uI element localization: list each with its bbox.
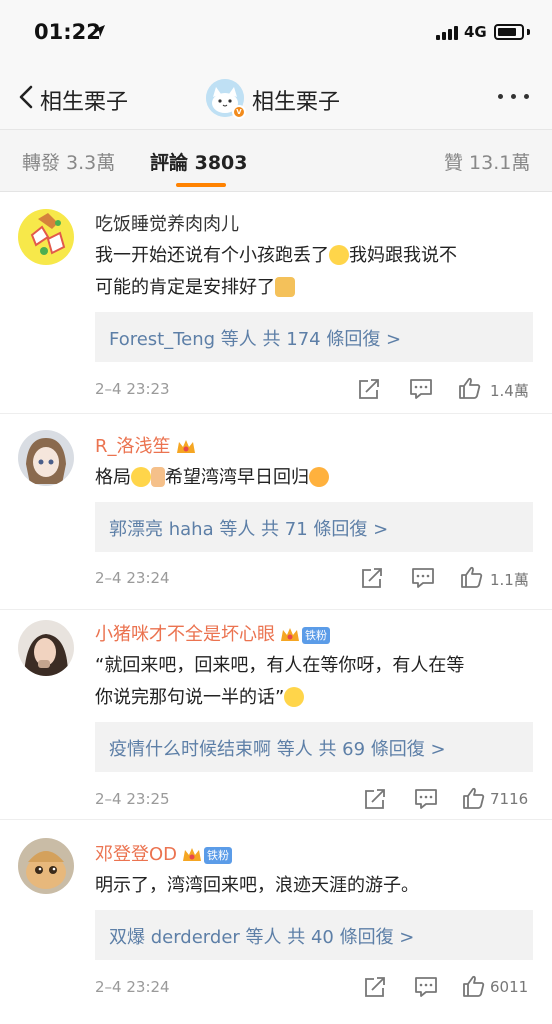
back-chevron-icon[interactable]: [14, 84, 40, 110]
comment-text-part: 你说完那句说一半的话”: [95, 687, 285, 708]
user-avatar[interactable]: [18, 620, 74, 676]
user-avatar[interactable]: [18, 430, 74, 486]
crown-badge-icon: [183, 848, 202, 861]
signal-icon: [436, 26, 458, 40]
reply-summary-text[interactable]: 疫情什么时候结束啊 等人 共 69 條回復 >: [109, 735, 446, 761]
comment-text: 明示了，湾湾回来吧，浪迹天涯的游子。: [95, 870, 535, 902]
reply-icon[interactable]: [414, 976, 438, 998]
like-count: 7116: [490, 790, 529, 808]
reply-summary-box[interactable]: Forest_Teng 等人 共 174 條回復 >: [95, 312, 533, 362]
like-count: 6011: [490, 978, 529, 996]
comment-text-part: 我妈跟我说不: [349, 245, 457, 266]
comment-text-part: “就回来吧，回来吧，有人在等你呀，有人在等: [95, 655, 465, 676]
comment-text: “就回来吧，回来吧，有人在等你呀，有人在等 你说完那句说一半的话”: [95, 650, 535, 714]
comment-username[interactable]: R_洛浅笙: [95, 432, 197, 458]
battery-icon: [494, 24, 524, 40]
reply-summary-text[interactable]: 双爆 derderder 等人 共 40 條回復 >: [109, 923, 414, 949]
battery-tip: [527, 29, 530, 35]
doge-emoji-icon: [275, 277, 295, 297]
comment-text-part: 明示了，湾湾回来吧，浪迹天涯的游子。: [95, 875, 419, 896]
crying-laugh-emoji-icon: [329, 245, 349, 265]
crown-badge-icon: [281, 628, 299, 641]
username-text[interactable]: 小猪咪才不全是坏心眼: [95, 624, 275, 645]
fan-badge: 铁粉: [302, 626, 330, 644]
share-icon[interactable]: [360, 567, 384, 589]
username-text[interactable]: 邓登登OD: [95, 844, 177, 865]
reply-icon[interactable]: [414, 788, 438, 810]
active-tab-indicator: [176, 183, 226, 187]
comment-time: 2–4 23:24: [95, 978, 170, 996]
like-icon[interactable]: [460, 566, 484, 588]
comment-text: 格局 希望湾湾早日回归: [95, 462, 535, 494]
like-count: 1.1萬: [490, 571, 529, 589]
crying-emoji-icon: [131, 467, 151, 487]
reply-summary-text[interactable]: 郭漂亮 haha 等人 共 71 條回復 >: [109, 515, 388, 541]
tab-likes[interactable]: 贊 13.1萬: [444, 148, 530, 175]
username-text[interactable]: R_洛浅笙: [95, 436, 171, 457]
share-icon[interactable]: [363, 976, 387, 998]
comment-item: R_洛浅笙 格局 希望湾湾早日回归 郭漂亮 haha 等人 共 71 條回復 > …: [0, 414, 552, 610]
avatar-image: [18, 430, 74, 486]
comment-username[interactable]: 小猪咪才不全是坏心眼 铁粉: [95, 620, 330, 646]
comment-text-part: 我一开始还说有个小孩跑丢了: [95, 245, 329, 266]
share-icon[interactable]: [363, 788, 387, 810]
nav-bar: 相生栗子 V 相生栗子: [0, 64, 552, 130]
fan-badge: 铁粉: [204, 846, 233, 864]
comment-username[interactable]: 吃饭睡觉养肉肉儿: [95, 210, 239, 236]
user-avatar[interactable]: [18, 209, 74, 265]
avatar-image: [18, 620, 74, 676]
tab-reposts[interactable]: 轉發 3.3萬: [22, 148, 115, 175]
comment-username[interactable]: 邓登登OD 铁粉: [95, 840, 233, 866]
crown-badge-icon: [176, 440, 195, 453]
verified-badge-icon: V: [232, 105, 246, 119]
avatar-image: [18, 209, 74, 265]
comment-time: 2–4 23:24: [95, 569, 170, 587]
reply-summary-box[interactable]: 郭漂亮 haha 等人 共 71 條回復 >: [95, 502, 533, 552]
more-options-icon[interactable]: [496, 92, 532, 102]
like-icon[interactable]: [462, 975, 486, 997]
user-avatar[interactable]: [18, 838, 74, 894]
comment-item: 吃饭睡觉养肉肉儿 我一开始还说有个小孩跑丢了 我妈跟我说不 可能的肯定是安排好了 …: [0, 192, 552, 414]
share-icon[interactable]: [357, 378, 381, 400]
tab-bar: 轉發 3.3萬 評論 3803 贊 13.1萬: [0, 130, 552, 192]
back-button-label[interactable]: 相生栗子: [40, 84, 128, 116]
like-icon[interactable]: [462, 787, 486, 809]
network-label: 4G: [464, 23, 487, 41]
comment-item: 邓登登OD 铁粉 明示了，湾湾回来吧，浪迹天涯的游子。 双爆 derderder …: [0, 820, 552, 1024]
reply-icon[interactable]: [409, 378, 433, 400]
like-icon[interactable]: [458, 377, 482, 399]
comment-time: 2–4 23:23: [95, 380, 170, 398]
reply-summary-text[interactable]: Forest_Teng 等人 共 174 條回復 >: [109, 325, 401, 351]
comment-time: 2–4 23:25: [95, 790, 170, 808]
like-count: 1.4萬: [490, 382, 529, 400]
reply-icon[interactable]: [411, 567, 435, 589]
comment-text-part: 格局: [95, 467, 131, 488]
reply-summary-box[interactable]: 疫情什么时候结束啊 等人 共 69 條回復 >: [95, 722, 533, 772]
avatar-image: [18, 838, 74, 894]
thumbs-up-emoji-icon: [151, 467, 165, 487]
comment-text-part: 可能的肯定是安排好了: [95, 277, 275, 298]
reply-summary-box[interactable]: 双爆 derderder 等人 共 40 條回復 >: [95, 910, 533, 960]
location-arrow-icon: [93, 25, 105, 37]
comment-text: 我一开始还说有个小孩跑丢了 我妈跟我说不 可能的肯定是安排好了: [95, 240, 535, 304]
page-title: 相生栗子: [252, 90, 341, 115]
tab-comments[interactable]: 評論 3803: [150, 148, 248, 175]
status-time: 01:22: [34, 20, 101, 44]
crying-emoji-icon: [284, 687, 305, 707]
comment-text-part: 希望湾湾早日回归: [165, 467, 309, 488]
heart-eyes-emoji-icon: [309, 467, 329, 487]
comment-item: 小猪咪才不全是坏心眼 铁粉 “就回来吧，回来吧，有人在等你呀，有人在等 你说完那句…: [0, 610, 552, 820]
status-bar: 01:22 4G: [0, 0, 552, 64]
